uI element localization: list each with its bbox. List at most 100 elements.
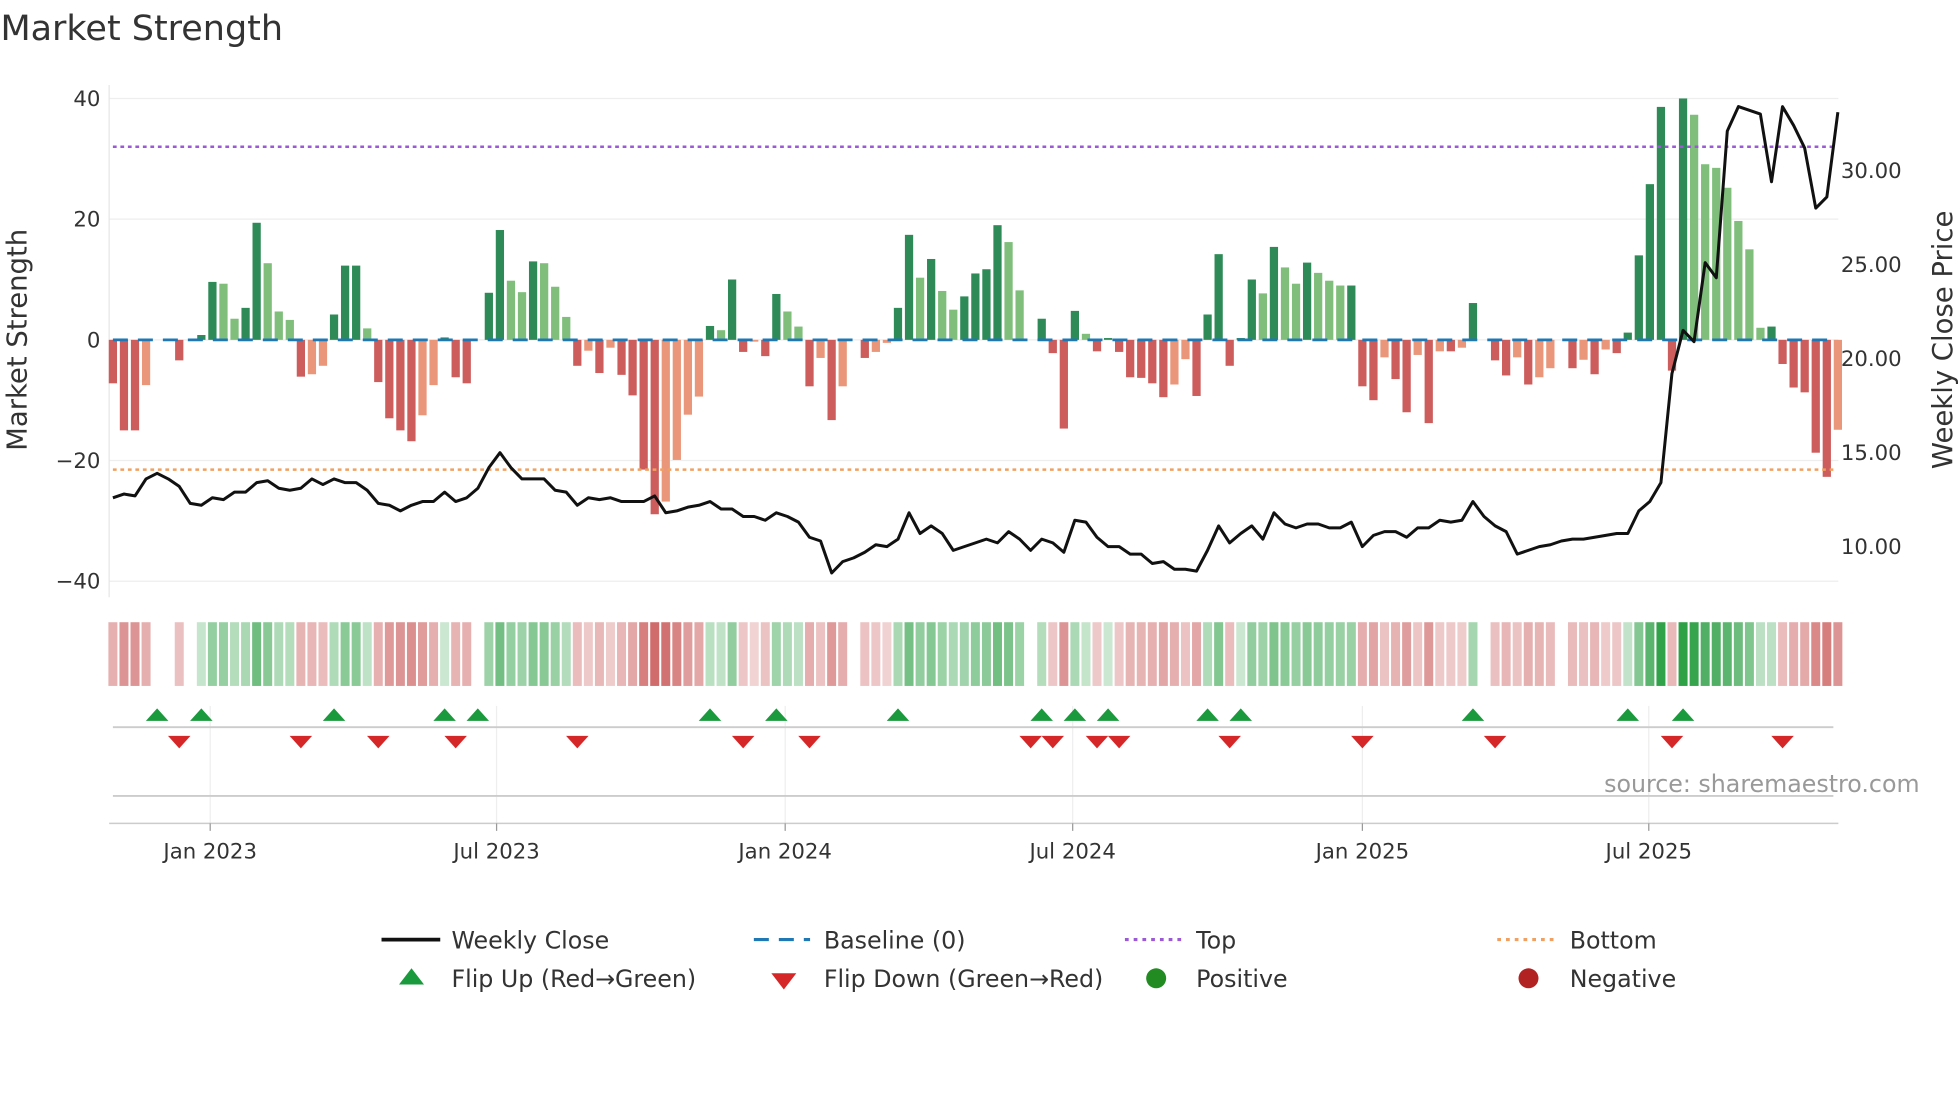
heat-cell <box>1634 622 1644 686</box>
strength-bar <box>451 339 460 378</box>
strength-bar <box>396 339 405 431</box>
heat-cell <box>1258 622 1268 686</box>
flip-up-marker <box>765 708 788 721</box>
heat-cell <box>495 622 505 686</box>
strength-bar <box>1369 339 1378 401</box>
heat-cell <box>1402 622 1412 686</box>
heat-cell <box>926 622 936 686</box>
heat-cell <box>1335 622 1345 686</box>
flip-up-marker <box>1229 708 1253 721</box>
heat-cell <box>639 622 649 686</box>
heat-cell <box>827 622 837 686</box>
strength-bar <box>1070 310 1080 340</box>
heat-cell <box>1015 622 1025 686</box>
heat-cell <box>1081 622 1091 686</box>
strength-bar <box>1524 339 1533 385</box>
y-axis-label: Market Strength <box>2 229 34 451</box>
flip-up-marker <box>1096 708 1120 721</box>
flip-down-marker <box>566 735 589 749</box>
strength-bar <box>595 339 604 374</box>
heat-cell <box>1280 622 1290 686</box>
strength-bar <box>407 339 416 442</box>
strength-bar <box>1358 339 1367 387</box>
heat-cell <box>451 622 461 686</box>
flip-down-marker <box>1771 735 1794 749</box>
strength-bar <box>506 280 516 340</box>
strength-bar <box>971 273 980 340</box>
strength-bar <box>1280 267 1290 340</box>
heat-cell <box>915 622 925 686</box>
strength-bar <box>241 307 250 340</box>
heat-cell <box>893 622 903 686</box>
strength-bar <box>385 339 394 419</box>
heat-cell <box>1601 622 1611 686</box>
strength-bar <box>528 261 538 340</box>
strength-bar <box>1302 262 1312 340</box>
heat-cell <box>351 622 361 686</box>
x-tick-label: Jul 2024 <box>1027 839 1115 864</box>
strength-bar <box>340 265 350 340</box>
heat-cell <box>749 622 759 686</box>
strength-bar <box>1756 327 1765 340</box>
y2-axis-label: Weekly Close Price <box>1927 211 1959 469</box>
flip-down-marker <box>289 735 313 749</box>
heat-cell <box>727 622 737 686</box>
heat-cell <box>285 622 295 686</box>
strength-bar <box>628 339 637 396</box>
strength-bar <box>1723 187 1732 340</box>
heat-cell <box>108 622 118 686</box>
strength-bar <box>794 326 803 340</box>
strength-bar <box>1513 339 1522 358</box>
strength-bar <box>1822 339 1831 477</box>
y2-tick-label: 25.00 <box>1841 253 1902 278</box>
strength-bar <box>1258 293 1267 340</box>
heat-cell <box>473 622 482 686</box>
heat-cell <box>1435 622 1445 686</box>
legend-baseline: Baseline (0) <box>824 926 966 954</box>
flip-down-marker <box>1085 735 1109 749</box>
heat-cell <box>1391 622 1401 686</box>
heat-cell <box>506 622 516 686</box>
heat-cell <box>1778 622 1788 686</box>
strength-bar <box>374 339 383 383</box>
heat-cell <box>1523 622 1533 686</box>
strength-bar <box>1424 339 1433 424</box>
heat-cell <box>970 622 980 686</box>
strength-bar <box>1745 249 1754 340</box>
heat-cell <box>141 622 151 686</box>
legend: Weekly Close Baseline (0) Top Bottom Fli… <box>381 926 1676 993</box>
negative-dot-icon <box>1518 968 1539 989</box>
strength-bar <box>783 311 792 340</box>
flip-up-marker <box>1461 708 1485 721</box>
heat-cell <box>1700 622 1710 686</box>
heat-cell <box>1214 622 1224 686</box>
flip-down-marker <box>1660 735 1684 749</box>
legend-positive: Positive <box>1196 965 1287 993</box>
heat-cell <box>1645 622 1655 686</box>
heat-cell <box>705 622 715 686</box>
heat-cell <box>1557 622 1566 686</box>
strength-bar <box>484 292 493 340</box>
strength-bar <box>573 339 582 366</box>
strength-bar <box>1656 106 1666 340</box>
strength-bar <box>1015 290 1024 340</box>
y2-tick-label: 20.00 <box>1841 347 1902 372</box>
strength-bar <box>1159 339 1168 398</box>
flip-up-marker <box>145 708 169 721</box>
heat-cell <box>1480 622 1489 686</box>
heat-cell <box>274 622 284 686</box>
strength-bar <box>1314 272 1323 340</box>
strength-bar <box>252 222 261 340</box>
heat-cell <box>683 622 693 686</box>
strength-bar <box>296 339 305 377</box>
flip-up-icon <box>399 968 425 985</box>
flip-down-icon <box>771 973 797 990</box>
heat-cell <box>1468 622 1478 686</box>
strength-bar <box>1192 339 1201 396</box>
flip-up-marker <box>1030 708 1053 721</box>
heat-cell <box>694 622 704 686</box>
strength-bar <box>761 339 770 357</box>
strength-bar <box>274 311 283 340</box>
heat-cell <box>1236 622 1246 686</box>
heat-cell <box>1545 622 1555 686</box>
